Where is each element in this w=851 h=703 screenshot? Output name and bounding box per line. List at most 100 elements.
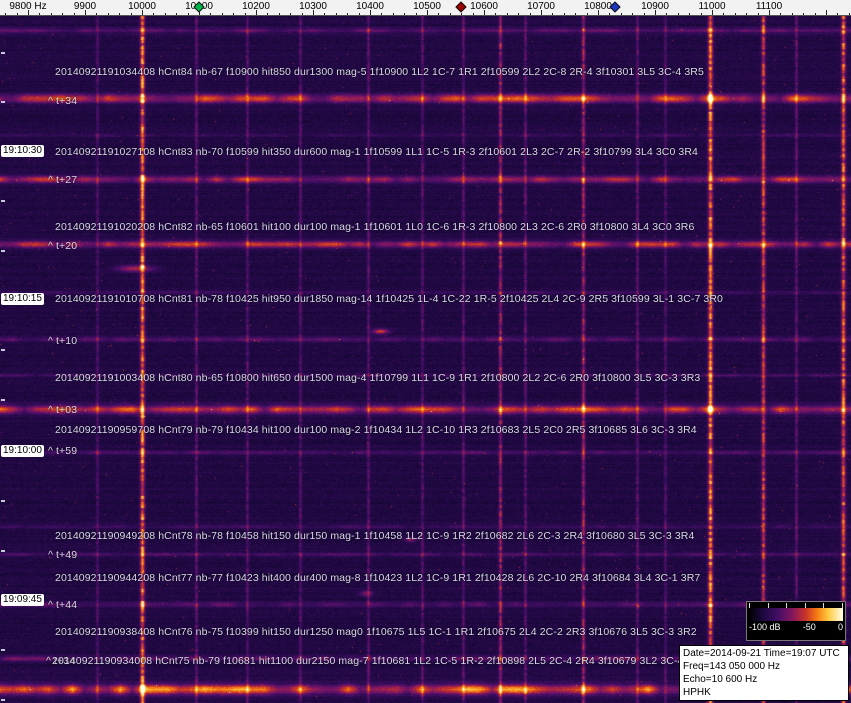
freq-tick	[392, 13, 394, 15]
freq-tick	[529, 13, 531, 15]
echo-annotation: 20140921190938408 hCnt76 nb-75 f10399 hi…	[55, 626, 697, 638]
freq-axis-label: 10200	[242, 1, 270, 12]
freq-tick	[848, 13, 850, 15]
freq-axis-label: 10000	[128, 1, 156, 12]
freq-tick	[130, 13, 132, 15]
freq-tick	[472, 13, 474, 15]
freq-tick	[803, 13, 805, 15]
echo-time-pointer: ^ t+44	[48, 599, 78, 611]
freq-tick	[96, 13, 98, 15]
legend-tick	[842, 603, 844, 608]
info-station-id: HPHK	[683, 687, 711, 698]
legend-tick	[786, 603, 788, 608]
freq-tick	[734, 13, 736, 15]
freq-axis-label: 10300	[299, 1, 327, 12]
freq-tick	[73, 13, 75, 15]
legend-tick	[748, 603, 750, 608]
freq-axis-label: 9800 Hz	[9, 1, 47, 12]
time-tick	[1, 399, 5, 401]
freq-tick	[381, 13, 383, 15]
freq-tick	[438, 13, 440, 15]
legend-gradient-bar	[749, 608, 843, 621]
time-tick	[1, 101, 5, 103]
echo-annotation: 20140921190944208 hCnt77 nb-77 f10423 hi…	[55, 572, 701, 584]
freq-tick	[164, 13, 166, 15]
freq-tick	[518, 13, 520, 15]
freq-tick	[153, 13, 155, 15]
freq-tick	[814, 13, 816, 15]
freq-tick	[335, 13, 337, 15]
freq-tick	[39, 13, 41, 15]
freq-tick	[620, 13, 622, 15]
freq-tick	[689, 13, 691, 15]
freq-tick	[347, 13, 349, 15]
freq-tick	[780, 13, 782, 15]
time-tick	[1, 500, 5, 502]
freq-tick	[791, 13, 793, 15]
freq-tick	[278, 13, 280, 15]
echo-time-pointer: ^ t+49	[48, 549, 78, 561]
echo-annotation: 20140921191027108 hCnt83 nb-70 f10599 hi…	[55, 146, 698, 158]
echo-annotation: 20140921191034408 hCnt84 nb-67 f10900 hi…	[55, 66, 704, 78]
frequency-axis: 9800 Hz990010000101001020010300104001050…	[0, 0, 851, 16]
freq-tick	[233, 13, 235, 15]
echo-time-pointer: ^ t+27	[48, 174, 78, 186]
freq-axis-label: 11000	[698, 1, 726, 12]
echo-time-pointer: ^ t+20	[48, 240, 78, 252]
time-tick	[1, 200, 5, 202]
freq-tick	[119, 13, 121, 15]
marker-red-diamond-icon[interactable]	[455, 1, 467, 13]
freq-axis-label: 10800	[584, 1, 612, 12]
freq-tick	[586, 13, 588, 15]
freq-tick	[563, 13, 565, 15]
legend-tick-row	[747, 602, 845, 608]
freq-tick	[244, 13, 246, 15]
freq-tick	[267, 13, 269, 15]
freq-tick	[415, 13, 417, 15]
freq-axis-label: 11100	[755, 1, 783, 12]
freq-axis-label: 10700	[527, 1, 555, 12]
freq-tick	[221, 13, 223, 15]
spectrogram-window: 9800 Hz990010000101001020010300104001050…	[0, 0, 851, 703]
freq-tick	[575, 13, 577, 15]
freq-axis-label: 10500	[413, 1, 441, 12]
echo-time-pointer: ^ t+10	[48, 335, 78, 347]
freq-tick	[552, 13, 554, 15]
freq-tick	[301, 13, 303, 15]
freq-tick	[632, 13, 634, 15]
legend-tick	[823, 603, 825, 608]
legend-tick	[804, 603, 806, 608]
time-tick	[1, 649, 5, 651]
time-tick	[1, 550, 5, 552]
echo-time-pointer: ^ t+34	[48, 95, 78, 107]
freq-tick	[609, 13, 611, 15]
legend-min-label: -100 dB	[749, 622, 781, 632]
time-label: 19:10:15	[1, 293, 44, 305]
echo-time-pointer: ^ t+59	[48, 445, 78, 457]
freq-tick	[746, 13, 748, 15]
info-echo-frequency: Echo=10 600 Hz	[683, 674, 758, 685]
legend-max-label: 0	[837, 622, 843, 632]
freq-tick	[757, 13, 759, 15]
freq-tick	[210, 13, 212, 15]
freq-axis-label: 9900	[73, 1, 97, 12]
freq-tick	[461, 13, 463, 15]
freq-tick	[677, 13, 679, 15]
time-label: 19:10:00	[1, 445, 44, 457]
freq-tick	[723, 13, 725, 15]
freq-tick	[404, 13, 406, 15]
info-date-time: Date=2014-09-21 Time=19:07 UTC	[683, 648, 840, 659]
freq-tick	[700, 13, 702, 15]
freq-tick	[324, 13, 326, 15]
info-frequency: Freq=143 050 000 Hz	[683, 661, 781, 672]
echo-annotation: 20140921190934008 hCnt75 nb-79 f10681 hi…	[52, 655, 707, 667]
freq-tick	[506, 13, 508, 15]
freq-tick	[50, 13, 52, 15]
legend-tick	[767, 603, 769, 608]
freq-tick	[449, 13, 451, 15]
freq-tick	[290, 13, 292, 15]
freq-tick	[187, 13, 189, 15]
echo-annotation: 20140921190959708 hCnt79 nb-79 f10434 hi…	[55, 424, 697, 436]
time-label: 19:10:30	[1, 145, 44, 157]
freq-axis-label: 10600	[470, 1, 498, 12]
